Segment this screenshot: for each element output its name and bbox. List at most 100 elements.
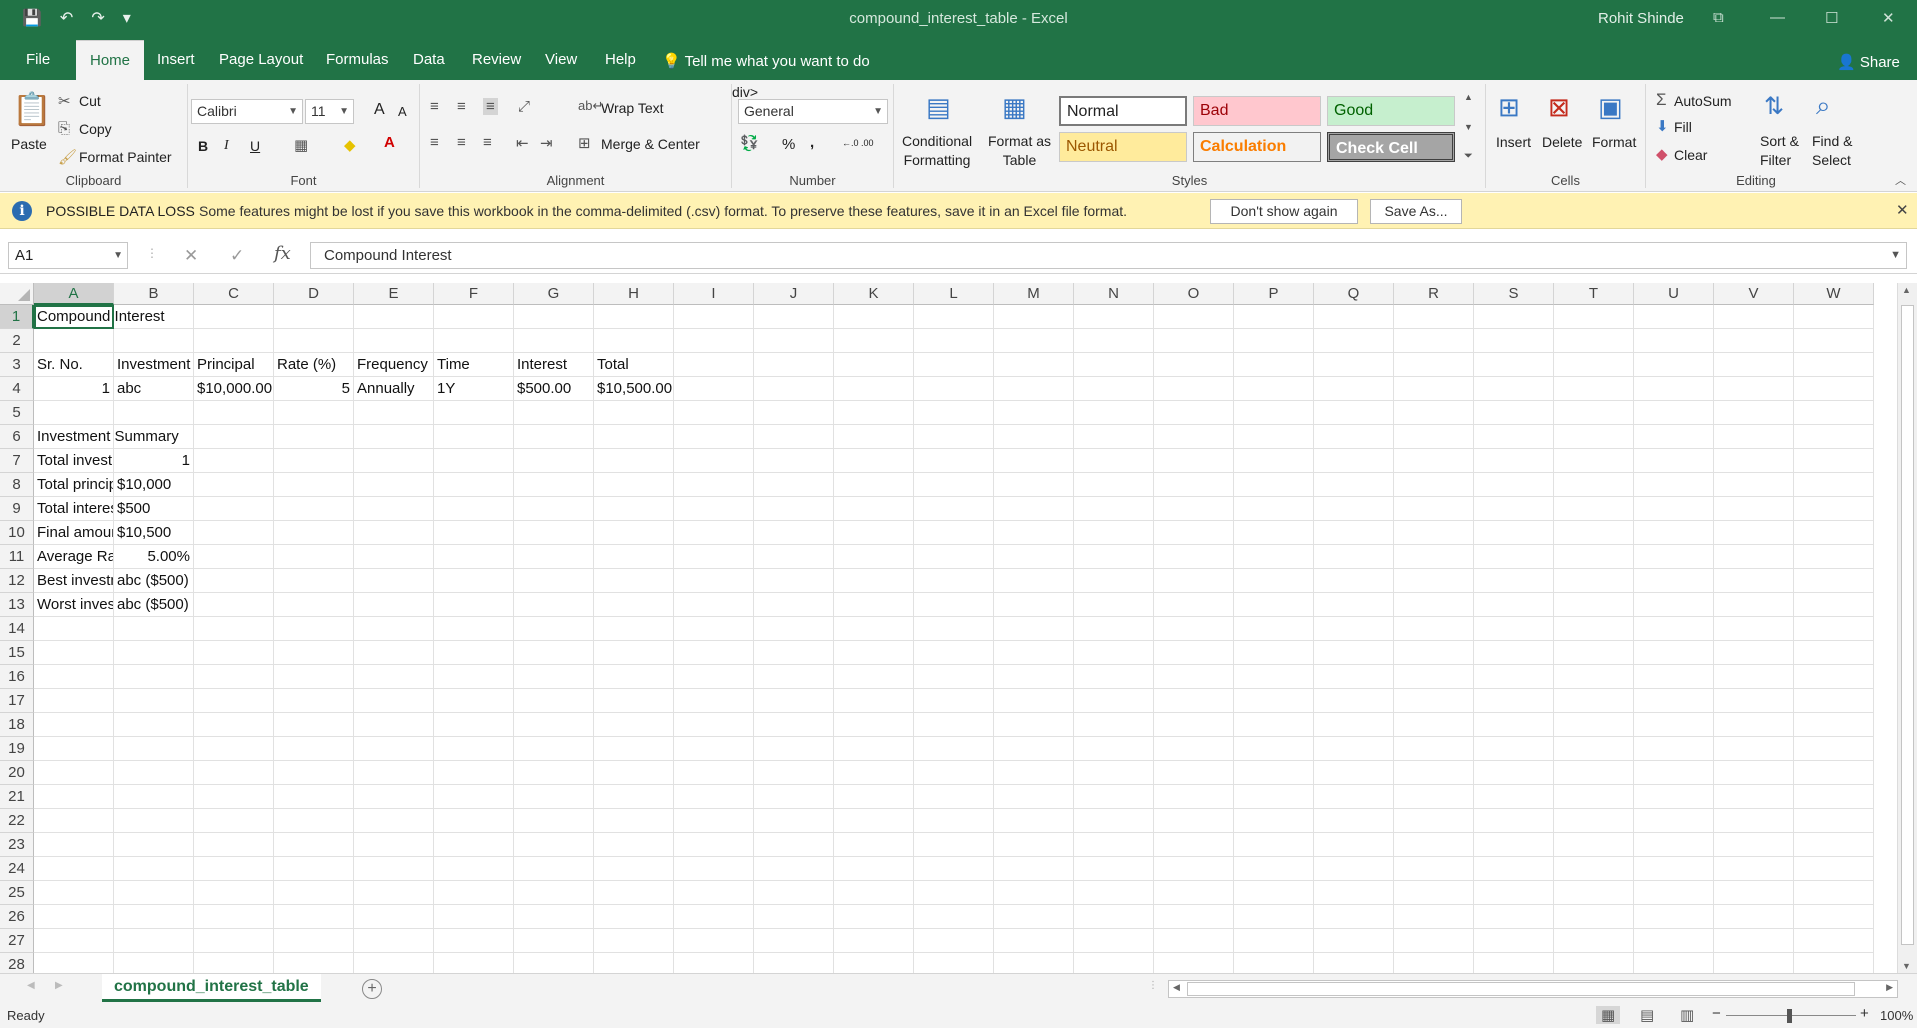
cell-o21[interactable] bbox=[1154, 785, 1234, 809]
zoom-slider-thumb[interactable] bbox=[1787, 1009, 1792, 1023]
column-header-a[interactable]: A bbox=[34, 283, 114, 305]
bold-button[interactable]: B bbox=[198, 138, 208, 154]
cell-r10[interactable] bbox=[1394, 521, 1474, 545]
cell-j12[interactable] bbox=[754, 569, 834, 593]
cell-p12[interactable] bbox=[1234, 569, 1314, 593]
row-header-5[interactable]: 5 bbox=[0, 401, 34, 425]
cell-w12[interactable] bbox=[1794, 569, 1874, 593]
fill-color-icon[interactable]: ◆ bbox=[344, 136, 356, 154]
row-header-22[interactable]: 22 bbox=[0, 809, 34, 833]
cell-k15[interactable] bbox=[834, 641, 914, 665]
cell-c20[interactable] bbox=[194, 761, 274, 785]
cell-q13[interactable] bbox=[1314, 593, 1394, 617]
cell-e28[interactable] bbox=[354, 953, 434, 973]
scroll-left-icon[interactable]: ◀ bbox=[1173, 982, 1180, 993]
cell-w7[interactable] bbox=[1794, 449, 1874, 473]
cell-n21[interactable] bbox=[1074, 785, 1154, 809]
cell-s13[interactable] bbox=[1474, 593, 1554, 617]
cell-e12[interactable] bbox=[354, 569, 434, 593]
cell-l11[interactable] bbox=[914, 545, 994, 569]
split-handle-icon[interactable]: ⋮ bbox=[1148, 980, 1158, 991]
cell-u28[interactable] bbox=[1634, 953, 1714, 973]
cell-d20[interactable] bbox=[274, 761, 354, 785]
cell-q19[interactable] bbox=[1314, 737, 1394, 761]
cell-d4[interactable]: 5 bbox=[274, 377, 354, 401]
cell-m11[interactable] bbox=[994, 545, 1074, 569]
cell-r13[interactable] bbox=[1394, 593, 1474, 617]
cell-b22[interactable] bbox=[114, 809, 194, 833]
cell-n18[interactable] bbox=[1074, 713, 1154, 737]
cell-f24[interactable] bbox=[434, 857, 514, 881]
cell-t6[interactable] bbox=[1554, 425, 1634, 449]
cell-o19[interactable] bbox=[1154, 737, 1234, 761]
column-header-f[interactable]: F bbox=[434, 283, 514, 305]
cell-q22[interactable] bbox=[1314, 809, 1394, 833]
cell-s27[interactable] bbox=[1474, 929, 1554, 953]
cell-j9[interactable] bbox=[754, 497, 834, 521]
column-header-j[interactable]: J bbox=[754, 283, 834, 305]
cell-a19[interactable] bbox=[34, 737, 114, 761]
cell-n24[interactable] bbox=[1074, 857, 1154, 881]
cell-c17[interactable] bbox=[194, 689, 274, 713]
cell-e8[interactable] bbox=[354, 473, 434, 497]
cell-h19[interactable] bbox=[594, 737, 674, 761]
cell-g17[interactable] bbox=[514, 689, 594, 713]
cell-o15[interactable] bbox=[1154, 641, 1234, 665]
page-layout-view-icon[interactable]: ▤ bbox=[1640, 1006, 1654, 1024]
cell-c3[interactable]: Principal bbox=[194, 353, 274, 377]
cell-w18[interactable] bbox=[1794, 713, 1874, 737]
cell-e2[interactable] bbox=[354, 329, 434, 353]
cell-c11[interactable] bbox=[194, 545, 274, 569]
cell-h24[interactable] bbox=[594, 857, 674, 881]
cell-l12[interactable] bbox=[914, 569, 994, 593]
cell-o6[interactable] bbox=[1154, 425, 1234, 449]
cell-i3[interactable] bbox=[674, 353, 754, 377]
cell-q16[interactable] bbox=[1314, 665, 1394, 689]
cell-c13[interactable] bbox=[194, 593, 274, 617]
column-header-l[interactable]: L bbox=[914, 283, 994, 305]
cell-w27[interactable] bbox=[1794, 929, 1874, 953]
style-neutral[interactable]: Neutral bbox=[1059, 132, 1187, 162]
user-name[interactable]: Rohit Shinde bbox=[1598, 10, 1684, 27]
cell-v15[interactable] bbox=[1714, 641, 1794, 665]
cell-m28[interactable] bbox=[994, 953, 1074, 973]
cell-g13[interactable] bbox=[514, 593, 594, 617]
cell-a23[interactable] bbox=[34, 833, 114, 857]
middle-align-icon[interactable]: ≡ bbox=[457, 98, 466, 115]
prev-sheet-icon[interactable]: ◀ bbox=[27, 980, 35, 991]
cell-u4[interactable] bbox=[1634, 377, 1714, 401]
cell-f14[interactable] bbox=[434, 617, 514, 641]
cell-l4[interactable] bbox=[914, 377, 994, 401]
cell-d18[interactable] bbox=[274, 713, 354, 737]
worksheet-grid[interactable]: A B C D E F G H I J K L M N O P Q R S T U V W 1 Compound Interes… bbox=[0, 283, 1897, 973]
cell-k3[interactable] bbox=[834, 353, 914, 377]
cell-h16[interactable] bbox=[594, 665, 674, 689]
cell-v25[interactable] bbox=[1714, 881, 1794, 905]
cell-b13[interactable]: abc ($500) bbox=[114, 593, 194, 617]
cell-u25[interactable] bbox=[1634, 881, 1714, 905]
cell-i15[interactable] bbox=[674, 641, 754, 665]
cell-p28[interactable] bbox=[1234, 953, 1314, 973]
style-good[interactable]: Good bbox=[1327, 96, 1455, 126]
cell-c28[interactable] bbox=[194, 953, 274, 973]
cell-m7[interactable] bbox=[994, 449, 1074, 473]
cell-n17[interactable] bbox=[1074, 689, 1154, 713]
cell-p13[interactable] bbox=[1234, 593, 1314, 617]
italic-button[interactable]: I bbox=[224, 138, 229, 154]
horizontal-scroll-thumb[interactable] bbox=[1187, 982, 1855, 996]
cell-k6[interactable] bbox=[834, 425, 914, 449]
cell-d16[interactable] bbox=[274, 665, 354, 689]
cell-n15[interactable] bbox=[1074, 641, 1154, 665]
align-left-icon[interactable]: ≡ bbox=[430, 134, 439, 151]
row-header-16[interactable]: 16 bbox=[0, 665, 34, 689]
cell-m13[interactable] bbox=[994, 593, 1074, 617]
cell-k23[interactable] bbox=[834, 833, 914, 857]
increase-indent-icon[interactable]: ⇥ bbox=[540, 134, 553, 152]
cell-g5[interactable] bbox=[514, 401, 594, 425]
cell-j16[interactable] bbox=[754, 665, 834, 689]
cell-g14[interactable] bbox=[514, 617, 594, 641]
collapse-ribbon-icon[interactable]: ︿ bbox=[1895, 172, 1906, 188]
cell-m12[interactable] bbox=[994, 569, 1074, 593]
cell-j17[interactable] bbox=[754, 689, 834, 713]
row-header-9[interactable]: 9 bbox=[0, 497, 34, 521]
